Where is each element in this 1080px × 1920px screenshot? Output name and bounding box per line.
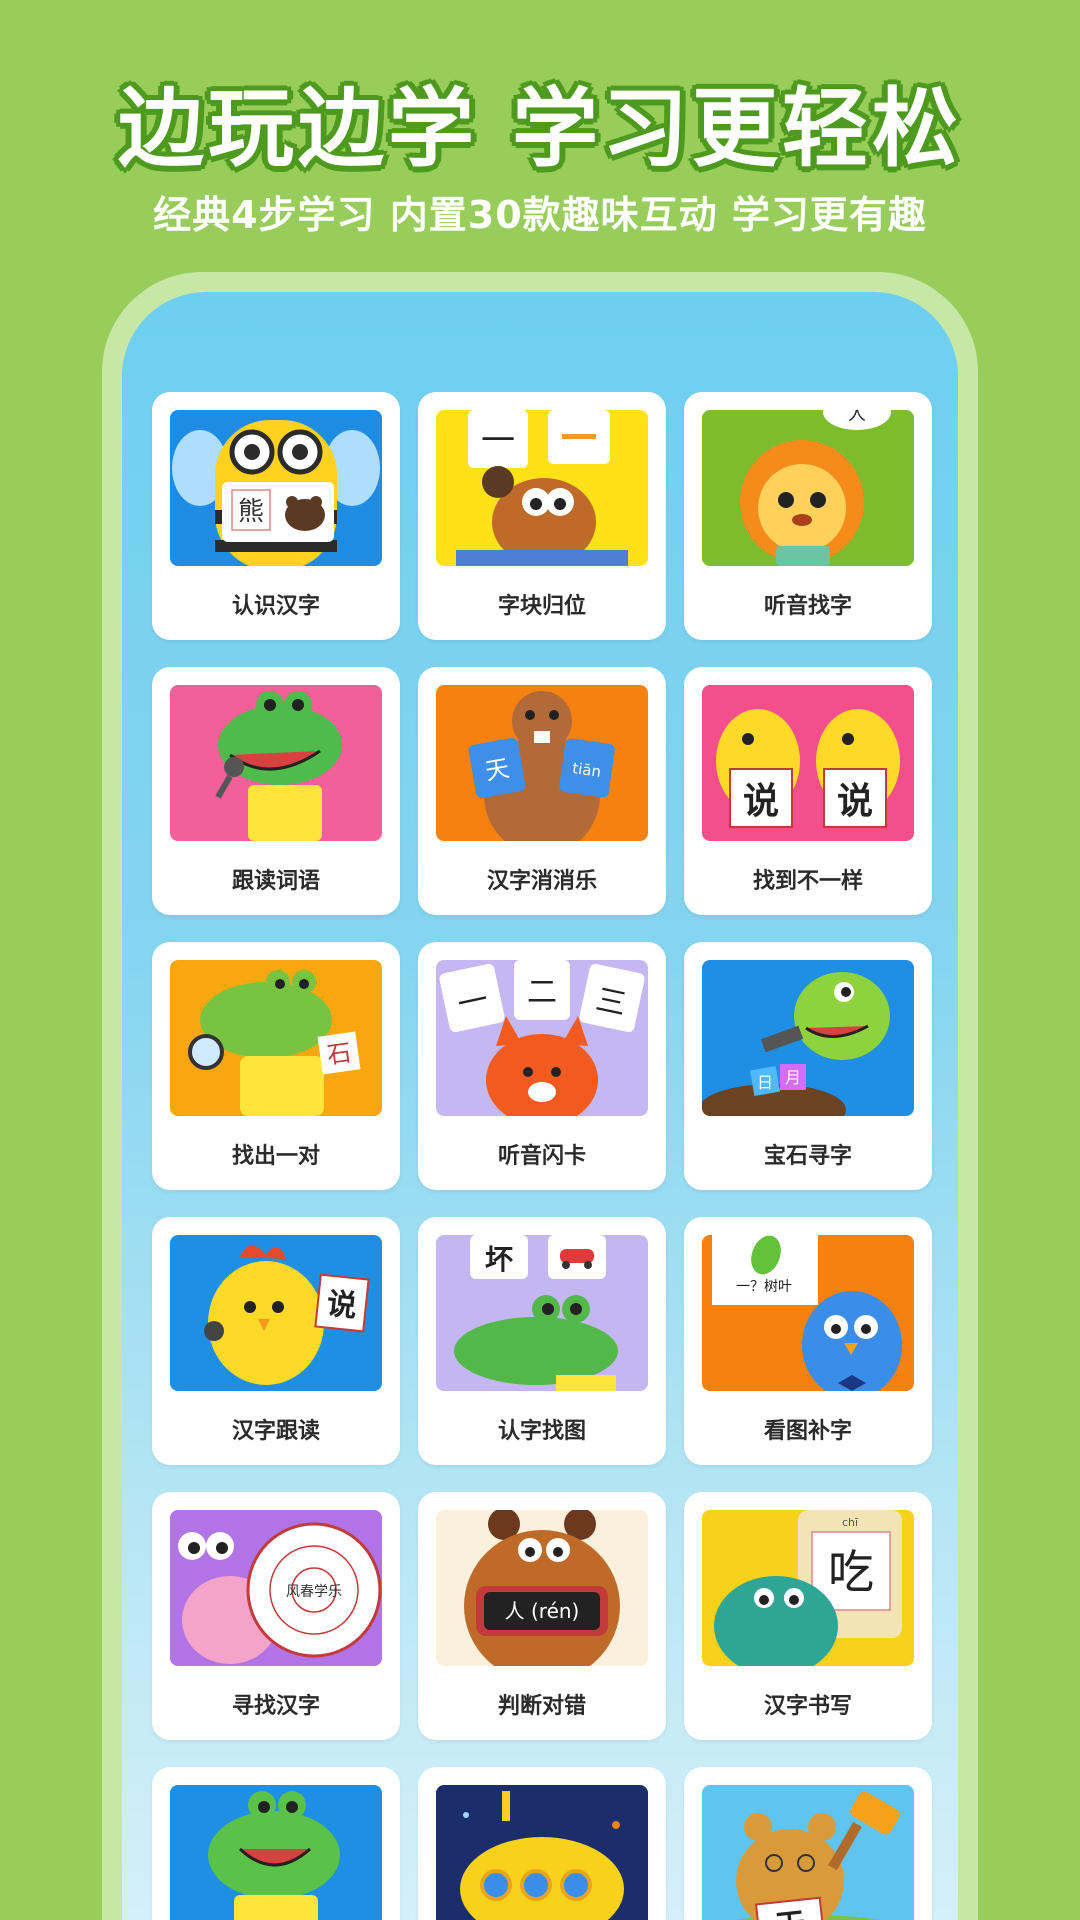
game-label: 听音找字 (763, 594, 852, 619)
game-thumbnail: 熊 (170, 410, 382, 566)
game-label: 找到不一样 (752, 869, 863, 894)
game-card-看图补字[interactable]: 一？树叶 看图补字 (684, 1217, 932, 1465)
game-card-找出一对[interactable]: 石 找出一对 (152, 942, 400, 1190)
card-character: 日 (757, 1073, 773, 1092)
game-label: 判断对错 (497, 1694, 586, 1719)
crocodile-icon (208, 1791, 340, 1920)
card-character: 一 (481, 421, 515, 461)
game-card-汉字跟读[interactable]: 说 汉字跟读 (152, 1217, 400, 1465)
card-character: 熊 (238, 497, 264, 527)
game-thumbnail: 人 (702, 410, 914, 566)
game-thumbnail: 坏 (436, 1235, 648, 1391)
beaver-icon: 天 tiān (468, 691, 615, 841)
game-grid: 熊 认识汉字 一 字块归位 人 听音找字 跟读词语 天 tiān 汉字消消乐 说… (152, 392, 932, 1920)
dinosaur-icon: chī 吃 (714, 1510, 902, 1666)
game-thumbnail: 石 (170, 960, 382, 1116)
game-label: 认字找图 (497, 1419, 586, 1444)
game-card-汉字消消乐[interactable]: 天 tiān 汉字消消乐 (418, 667, 666, 915)
game-card-partial-1[interactable] (152, 1767, 400, 1920)
game-label: 跟读词语 (231, 869, 320, 894)
bear-icon: 天 (735, 1791, 900, 1920)
game-label: 汉字跟读 (231, 1419, 320, 1444)
game-card-partial-2[interactable] (418, 1767, 666, 1920)
game-thumbnail (170, 685, 382, 841)
card-character: 天 (483, 754, 511, 786)
game-card-寻找汉字[interactable]: 风春学乐 寻找汉字 (152, 1492, 400, 1740)
game-thumbnail: 人 (rén) (436, 1510, 648, 1666)
card-character: 二 (527, 975, 557, 1010)
card-character: 风春学乐 (286, 1584, 342, 1600)
card-character: 说 (325, 1287, 358, 1325)
dinosaur-icon: 日 月 (702, 972, 890, 1116)
crocodile-icon: 坏 (454, 1235, 618, 1391)
game-label: 找出一对 (231, 1144, 320, 1169)
submarine-icon (460, 1791, 624, 1920)
card-character: 一？树叶 (736, 1279, 792, 1295)
bear-icon: 一 (456, 410, 628, 566)
game-card-听音找字[interactable]: 人 听音找字 (684, 392, 932, 640)
game-card-判断对错[interactable]: 人 (rén) 判断对错 (418, 1492, 666, 1740)
game-thumbnail: 说 说 (702, 685, 914, 841)
game-label: 寻找汉字 (231, 1694, 320, 1719)
card-character: 说 (837, 780, 873, 822)
card-character: 人 (rén) (505, 1599, 580, 1623)
game-card-认字找图[interactable]: 坏 认字找图 (418, 1217, 666, 1465)
game-label: 汉字书写 (763, 1694, 852, 1719)
game-thumbnail: 一 (436, 410, 648, 566)
card-character: 说 (743, 780, 779, 822)
game-card-听音闪卡[interactable]: 一 二 三 听音闪卡 (418, 942, 666, 1190)
snail-icon: 风春学乐 (178, 1522, 382, 1664)
game-label: 宝石寻字 (763, 1144, 852, 1169)
chick-icon: 说 说 (716, 709, 900, 828)
game-thumbnail: 日 月 (702, 960, 914, 1116)
game-thumbnail: 天 tiān (436, 685, 648, 841)
game-thumbnail: 风春学乐 (170, 1510, 382, 1666)
game-label: 认识汉字 (231, 594, 320, 619)
game-card-找到不一样[interactable]: 说 说 找到不一样 (684, 667, 932, 915)
crocodile-icon (215, 691, 342, 841)
game-card-认识汉字[interactable]: 熊 认识汉字 (152, 392, 400, 640)
game-label: 字块归位 (497, 594, 586, 619)
phone-screen: 熊 认识汉字 一 字块归位 人 听音找字 跟读词语 天 tiān 汉字消消乐 说… (122, 292, 958, 1920)
bee-icon: 熊 (172, 420, 380, 566)
crocodile-icon: 石 (188, 970, 361, 1116)
card-character: 天 (774, 1907, 807, 1920)
card-character: 石 (325, 1038, 353, 1069)
game-card-字块归位[interactable]: 一 字块归位 (418, 392, 666, 640)
bubble-character: 人 (848, 410, 866, 425)
bird-icon: 一？树叶 (712, 1235, 902, 1391)
game-card-跟读词语[interactable]: 跟读词语 (152, 667, 400, 915)
game-card-汉字书写[interactable]: chī 吃 汉字书写 (684, 1492, 932, 1740)
game-thumbnail: 一 二 三 (436, 960, 648, 1116)
game-label: 看图补字 (763, 1419, 852, 1444)
game-card-宝石寻字[interactable]: 日 月 宝石寻字 (684, 942, 932, 1190)
card-character: 月 (785, 1068, 801, 1087)
game-label: 汉字消消乐 (486, 869, 597, 894)
card-character: 坏 (485, 1243, 513, 1276)
game-thumbnail: 天 (702, 1785, 914, 1920)
game-thumbnail (170, 1785, 382, 1920)
card-character: 吃 (828, 1545, 874, 1599)
card-pinyin: chī (842, 1516, 859, 1529)
game-thumbnail: chī 吃 (702, 1510, 914, 1666)
game-thumbnail (436, 1785, 648, 1920)
bear-icon: 人 (rén) (464, 1510, 620, 1666)
chick-icon: 说 (204, 1245, 370, 1385)
page-title: 边玩边学 学习更轻松 (118, 79, 962, 179)
game-thumbnail: 一？树叶 (702, 1235, 914, 1391)
game-card-partial-3[interactable]: 天 (684, 1767, 932, 1920)
fox-icon: 一 二 三 (439, 960, 645, 1116)
game-thumbnail: 说 (170, 1235, 382, 1391)
page-subtitle: 经典4步学习 内置30款趣味互动 学习更有趣 (153, 193, 927, 237)
lion-icon: 人 (740, 410, 891, 566)
game-label: 听音闪卡 (497, 1144, 586, 1169)
